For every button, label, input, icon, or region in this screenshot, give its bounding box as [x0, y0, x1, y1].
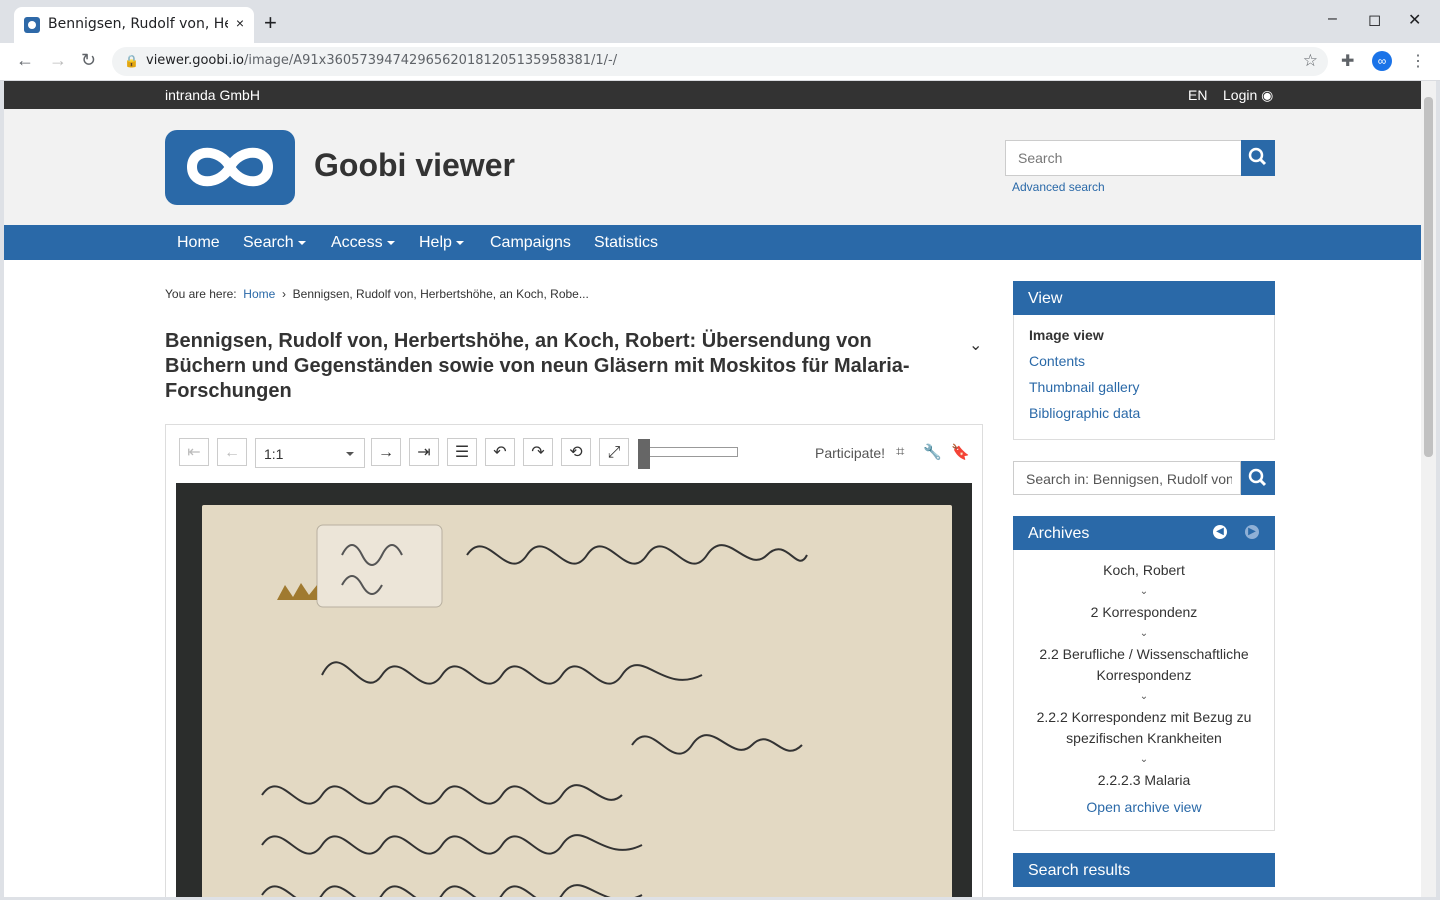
search-icon [1248, 468, 1267, 487]
text-view-icon[interactable]: ☰ [447, 438, 477, 466]
search-results-panel: Search results [1013, 853, 1275, 887]
participate-link[interactable]: Participate! [815, 445, 885, 461]
reload-icon[interactable]: ↻ [81, 50, 96, 71]
profile-avatar[interactable]: ∞ [1372, 51, 1392, 71]
menu-kebab-icon[interactable]: ⋮ [1410, 51, 1426, 71]
lock-icon: 🔒 [124, 54, 139, 68]
favicon-icon [24, 17, 40, 33]
rotate-left-icon[interactable]: ↶ [485, 438, 515, 466]
back-icon[interactable]: ← [16, 50, 34, 71]
wrench-icon[interactable]: 🔧 [923, 443, 942, 461]
last-page-button[interactable]: ⇥ [409, 438, 439, 466]
nav-help[interactable]: Help [419, 234, 464, 252]
image-viewer: ⇤ ← 1:1 → ⇥ ☰ ↶ ↷ ⟲ ⤢ Participate! ⌗ 🔧 🔖 [165, 424, 983, 897]
caret-down-icon [455, 240, 464, 245]
next-page-button[interactable]: → [371, 438, 401, 466]
new-tab-button[interactable]: + [264, 12, 277, 34]
nav-home[interactable]: Home [177, 234, 220, 252]
rotate-right-icon[interactable]: ↷ [523, 438, 553, 466]
address-bar[interactable]: 🔒 viewer.goobi.io/image/A91x360573947429… [112, 47, 1328, 76]
document-scan-image[interactable] [176, 483, 972, 897]
nav-search[interactable]: Search [243, 234, 306, 252]
previous-page-button[interactable]: ← [217, 438, 247, 466]
caret-down-icon [297, 240, 306, 245]
view-panel-title: View [1013, 281, 1275, 315]
user-icon: ◉ [1261, 87, 1274, 103]
top-bar: intranda GmbH EN Login ◉ [4, 81, 1421, 109]
fullscreen-icon[interactable]: ⤢ [599, 438, 629, 466]
minimize-button[interactable]: – [1328, 10, 1337, 28]
archive-entry[interactable]: 2 Korrespondenz [1024, 602, 1264, 623]
tab-title: Bennigsen, Rudolf von, He [48, 16, 228, 32]
handwritten-letter-image [202, 505, 952, 897]
search-button[interactable] [1241, 140, 1275, 176]
chevron-down-icon: ⌄ [1139, 586, 1149, 597]
zoom-slider-handle[interactable] [638, 439, 650, 469]
brand-title: Goobi viewer [314, 147, 515, 183]
archives-panel-header: Archives ◀ ▶ [1013, 516, 1275, 550]
archive-previous-icon[interactable]: ◀ [1213, 525, 1227, 539]
bookmark-icon[interactable]: 🔖 [951, 443, 970, 461]
page-title: Bennigsen, Rudolf von, Herbertshöhe, an … [165, 330, 910, 402]
org-name: intranda GmbH [165, 87, 260, 103]
dropdown-caret-icon [346, 452, 354, 456]
view-thumbnails-link[interactable]: Thumbnail gallery [1029, 379, 1259, 405]
chevron-down-icon: ⌄ [1139, 628, 1149, 639]
maximize-button[interactable]: ◻ [1368, 10, 1381, 30]
archive-entry[interactable]: 2.2.2.3 Malaria [1024, 770, 1264, 791]
bookmark-star-icon[interactable]: ☆ [1303, 51, 1318, 71]
search-results-title: Search results [1013, 853, 1275, 887]
logo[interactable] [165, 130, 295, 205]
search-in-record-input[interactable]: Search in: Bennigsen, Rudolf von [1013, 461, 1241, 495]
zoom-select[interactable]: 1:1 [255, 438, 365, 468]
forward-icon[interactable]: → [49, 50, 67, 71]
letter-handwriting-image [261, 524, 808, 897]
page-viewport: intranda GmbH EN Login ◉ Goobi viewer Se… [4, 81, 1421, 897]
crop-icon[interactable]: ⌗ [896, 443, 904, 460]
first-page-button[interactable]: ⇤ [179, 438, 209, 466]
site-header: Goobi viewer Search Advanced search [4, 109, 1421, 225]
extensions-icon[interactable]: ✚ [1341, 51, 1354, 71]
caret-down-icon [386, 240, 395, 245]
search-in-record-button[interactable] [1241, 461, 1275, 495]
search-input[interactable]: Search [1005, 140, 1243, 176]
breadcrumb: You are here: Home › Bennigsen, Rudolf v… [165, 287, 589, 301]
close-window-button[interactable]: ✕ [1408, 10, 1421, 30]
view-bibliographic-link[interactable]: Bibliographic data [1029, 405, 1259, 431]
infinity-logo-icon [186, 147, 274, 187]
chevron-down-icon: ⌄ [1139, 754, 1149, 765]
page-scrollbar[interactable] [1421, 81, 1436, 897]
search-icon [1248, 147, 1267, 166]
breadcrumb-current: Bennigsen, Rudolf von, Herbertshöhe, an … [292, 287, 589, 301]
archive-entry[interactable]: Koch, Robert [1024, 560, 1264, 581]
browser-tab[interactable]: Bennigsen, Rudolf von, He × [14, 7, 254, 43]
nav-statistics[interactable]: Statistics [594, 234, 658, 252]
browser-tabstrip: Bennigsen, Rudolf von, He × + – ◻ ✕ [0, 0, 1440, 43]
advanced-search-link[interactable]: Advanced search [1012, 180, 1105, 194]
view-panel: View Image view Contents Thumbnail galle… [1013, 281, 1275, 440]
view-image-link[interactable]: Image view [1029, 327, 1259, 353]
view-contents-link[interactable]: Contents [1029, 353, 1259, 379]
archive-entry[interactable]: 2.2 Berufliche / Wissenschaftliche Korre… [1024, 644, 1264, 686]
main-nav: Home Search Access Help Campaigns Statis… [4, 225, 1421, 260]
chevron-down-icon: ⌄ [1139, 691, 1149, 702]
zoom-slider[interactable] [638, 447, 738, 457]
archive-entry[interactable]: 2.2.2 Korrespondenz mit Bezug zu spezifi… [1024, 707, 1264, 749]
nav-access[interactable]: Access [331, 234, 395, 252]
browser-toolbar: ← → ↻ 🔒 viewer.goobi.io/image/A91x360573… [0, 43, 1440, 81]
open-archive-view-link[interactable]: Open archive view [1024, 797, 1264, 818]
sidebar: View Image view Contents Thumbnail galle… [1013, 281, 1275, 887]
scrollbar-thumb[interactable] [1424, 97, 1433, 457]
login-link[interactable]: Login ◉ [1223, 87, 1273, 104]
archive-next-icon[interactable]: ▶ [1245, 525, 1259, 539]
breadcrumb-home[interactable]: Home [243, 287, 275, 301]
reset-view-icon[interactable]: ⟲ [561, 438, 591, 466]
archives-panel: Archives ◀ ▶ Koch, Robert ⌄ 2 Korrespond… [1013, 516, 1275, 831]
tab-close-icon[interactable]: × [236, 15, 244, 31]
nav-campaigns[interactable]: Campaigns [490, 234, 571, 252]
url-text: viewer.goobi.io/image/A91x36057394742965… [146, 53, 618, 68]
chevron-down-icon[interactable]: ⌄ [969, 335, 982, 355]
language-switch[interactable]: EN [1188, 87, 1207, 103]
